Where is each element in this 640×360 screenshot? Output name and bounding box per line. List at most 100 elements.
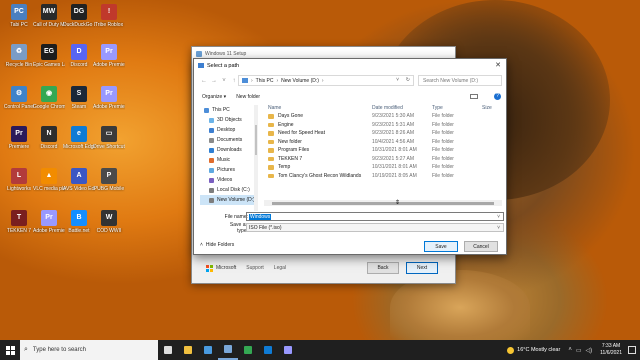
file-row[interactable]: Tom Clancy's Ghost Recon Wildlands 10/19/… <box>264 172 504 181</box>
back-button[interactable]: Back <box>367 262 399 274</box>
taskbar-app-store[interactable] <box>198 340 218 360</box>
nav-item-label: Documents <box>217 137 243 143</box>
mouse-cursor-icon: ⇕ <box>395 200 401 206</box>
view-options-icon[interactable] <box>470 94 478 99</box>
file-row[interactable]: Temp 10/31/2021 8:01 AM File folder <box>264 163 504 172</box>
desktop-icon[interactable]: P PUBG Mobile <box>93 168 125 192</box>
column-size[interactable]: Size <box>482 105 502 111</box>
search-input[interactable]: Search New Volume (D:) <box>418 75 502 86</box>
desktop-icon[interactable]: L Lightworks <box>3 168 35 192</box>
volume-icon[interactable]: ◁) <box>586 347 593 354</box>
taskbar-app-task-view[interactable] <box>158 340 178 360</box>
new-folder-button[interactable]: New folder <box>236 94 260 100</box>
network-icon[interactable]: ▭ <box>576 347 582 354</box>
desktop-icon[interactable]: ⚙ Control Panel <box>3 86 35 110</box>
address-bar[interactable]: › This PC › New Volume (D:) › ˅ ↻ <box>238 75 414 86</box>
column-name[interactable]: Name <box>264 105 372 111</box>
desktop-icon[interactable]: e Microsoft Edge <box>63 126 95 150</box>
hide-folders-button[interactable]: ˄ Hide Folders <box>200 242 234 248</box>
navigation-scrollbar[interactable] <box>254 105 258 211</box>
help-icon[interactable]: ? <box>494 93 501 100</box>
nav-item[interactable]: Videos <box>200 175 256 185</box>
refresh-icon[interactable]: ↻ <box>406 77 410 83</box>
chevron-up-icon: ˄ <box>200 242 203 248</box>
breadcrumb-separator: › <box>276 77 279 84</box>
desktop-icon[interactable]: PC Tabi PC <box>3 4 35 28</box>
notification-icon[interactable] <box>628 346 636 354</box>
taskbar-app-premiere[interactable] <box>278 340 298 360</box>
cancel-button[interactable]: Cancel <box>464 241 498 252</box>
column-type[interactable]: Type <box>432 105 482 111</box>
taskbar-app-chrome[interactable] <box>238 340 258 360</box>
desktop-icon[interactable]: B Battle.net <box>63 210 95 234</box>
file-row[interactable]: Program Files 10/31/2021 8:01 AM File fold… <box>264 146 504 155</box>
nav-item[interactable]: Pictures <box>200 165 256 175</box>
desktop-icon[interactable]: Pr Adobe Premiere Pr... <box>93 86 125 110</box>
taskbar-app-file-explorer[interactable] <box>178 340 198 360</box>
nav-item[interactable]: Downloads <box>200 145 256 155</box>
desktop-icon[interactable]: ▭ Drive Shortcut <box>93 126 125 150</box>
desktop-icon[interactable]: Pr Adobe Premiere Pr... <box>93 44 125 68</box>
file-rows: Days Gone 9/23/2021 5:30 AM File folder Eng… <box>264 112 504 180</box>
forward-arrow-icon[interactable]: → <box>209 78 219 84</box>
file-date-cell: 9/23/2021 5:31 AM <box>372 121 414 128</box>
next-button[interactable]: Next <box>406 262 438 274</box>
chevron-down-icon[interactable]: ˅ <box>497 214 500 220</box>
clock[interactable]: 7:33 AM 11/6/2021 <box>600 343 622 357</box>
desktop-icon[interactable]: ♻ Recycle Bin <box>3 44 35 68</box>
horizontal-scrollbar[interactable]: ⇕ <box>264 200 502 206</box>
desktop-icon[interactable]: ▲ VLC media player <box>33 168 65 192</box>
nav-item-label: 3D Objects <box>217 117 242 123</box>
app-icon: ▭ <box>101 126 117 142</box>
navigation-scroll-thumb[interactable] <box>255 125 257 155</box>
file-name-field[interactable]: Windows ˅ <box>246 212 504 221</box>
nav-item[interactable]: Music <box>200 155 256 165</box>
taskbar-app-edge[interactable] <box>258 340 278 360</box>
file-row[interactable]: TEKKEN 7 9/23/2021 5:27 AM File folder <box>264 155 504 164</box>
file-row[interactable]: New folder 10/4/2021 4:56 AM File folder <box>264 138 504 147</box>
weather-text[interactable]: 16°C Mostly clear <box>517 347 560 353</box>
address-dropdown-icon[interactable]: ˅ <box>396 77 399 83</box>
desktop-icon[interactable]: MW Call of Duty Modern Wa... <box>33 4 65 28</box>
nav-item[interactable]: This PC <box>200 105 256 115</box>
breadcrumb-new-volume[interactable]: New Volume (D:) <box>281 78 319 84</box>
desktop-icon[interactable]: ◉ Google Chrome <box>33 86 65 110</box>
desktop-icon[interactable]: Pr Adobe Premiere Pr... <box>33 210 65 234</box>
organize-button[interactable]: Organize ▾ <box>202 94 226 100</box>
desktop-icon[interactable]: A AVS Video Editor <box>63 168 95 192</box>
taskbar-search-box[interactable]: ⌕ Type here to search <box>20 340 158 360</box>
start-button[interactable] <box>0 340 20 360</box>
file-row[interactable]: Days Gone 9/23/2021 5:30 AM File folder <box>264 112 504 121</box>
taskbar-app-setup[interactable] <box>218 340 238 360</box>
nav-item[interactable]: New Volume (D:) <box>200 195 256 205</box>
file-row[interactable]: Engine 9/23/2021 5:31 AM File folder <box>264 121 504 130</box>
back-arrow-icon[interactable]: ← <box>199 78 209 84</box>
nav-item[interactable]: Local Disk (C:) <box>200 185 256 195</box>
desktop-icon[interactable]: D Discord <box>63 44 95 68</box>
chevron-down-icon[interactable]: ˅ <box>497 225 500 231</box>
desktop-icon[interactable]: Pr Premiere <box>3 126 35 150</box>
file-row[interactable]: Need for Speed Heat 9/23/2021 8:26 AM File… <box>264 129 504 138</box>
nav-item[interactable]: 3D Objects <box>200 115 256 125</box>
desktop-icon[interactable]: N Discord <box>33 126 65 150</box>
desktop-icon[interactable]: DG DuckDuckGo Launcher <box>63 4 95 28</box>
chevron-up-icon[interactable]: ˄ <box>568 347 572 353</box>
desktop-icon[interactable]: S Steam <box>63 86 95 110</box>
desktop-icon[interactable]: T TEKKEN 7 <box>3 210 35 234</box>
desktop-icon[interactable]: EG Epic Games Launcher <box>33 44 65 68</box>
nav-item[interactable]: Documents <box>200 135 256 145</box>
weather-icon[interactable] <box>507 346 515 354</box>
close-icon[interactable]: ✕ <box>495 61 501 69</box>
desktop-icon[interactable]: ! Tribe Roblox <box>93 4 125 28</box>
breadcrumb-this-pc[interactable]: This PC <box>256 78 274 84</box>
support-link[interactable]: Support <box>246 265 264 271</box>
legal-link[interactable]: Legal <box>274 265 286 271</box>
save-as-type-select[interactable]: ISO File (*.iso) ˅ <box>246 223 504 232</box>
recent-dropdown-icon[interactable]: ˅ <box>219 78 229 84</box>
desktop-icon[interactable]: W COD WWII <box>93 210 125 234</box>
horizontal-scroll-thumb[interactable] <box>272 201 494 205</box>
column-date-modified[interactable]: Date modified <box>372 105 432 111</box>
file-explorer-icon <box>184 346 192 354</box>
nav-item[interactable]: Desktop <box>200 125 256 135</box>
save-button[interactable]: Save <box>424 241 458 252</box>
